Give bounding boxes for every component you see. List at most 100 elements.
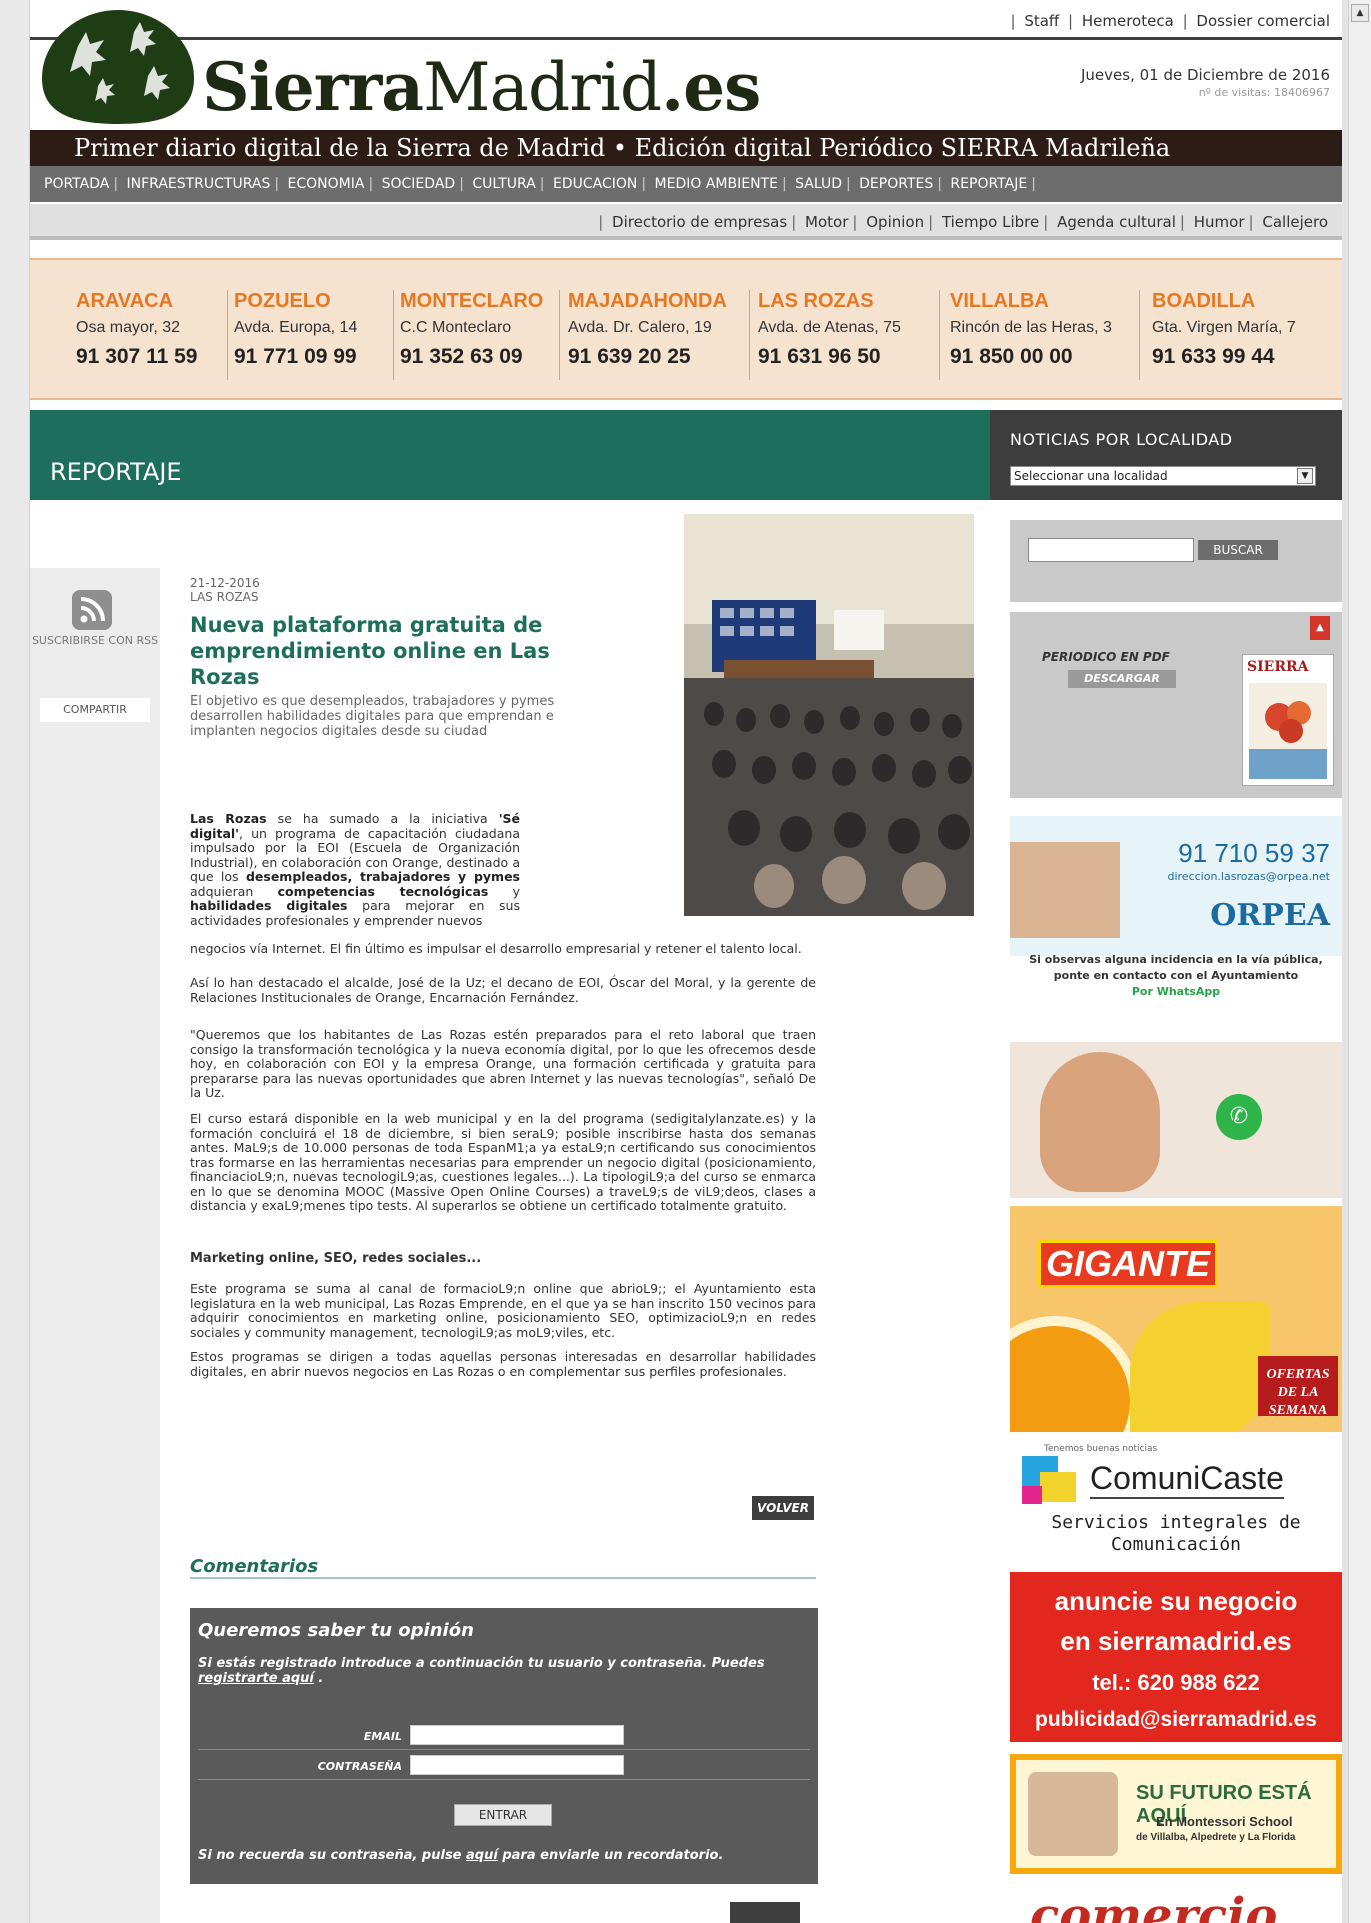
location-address: Osa mayor, 32 — [76, 319, 181, 336]
logo-emblem-icon[interactable] — [38, 6, 198, 124]
divider: | — [1182, 12, 1188, 30]
nav-item-medio-ambiente[interactable]: MEDIO AMBIENTE — [655, 176, 778, 192]
divider: | — [598, 213, 604, 231]
nav-item-portada[interactable]: PORTADA — [44, 176, 109, 192]
nav-item-agenda-cultural[interactable]: Agenda cultural — [1057, 213, 1176, 231]
text: Si estás registrado introduce a continua… — [198, 1656, 765, 1671]
divider: | — [1068, 12, 1074, 30]
share-button[interactable]: COMPARTIR — [40, 698, 150, 722]
nav-item-tiempo-libre[interactable]: Tiempo Libre — [942, 213, 1039, 231]
location-phone: 91 771 09 99 — [234, 345, 357, 368]
nav-item-economia[interactable]: ECONOMIA — [288, 176, 365, 192]
nav-item-motor[interactable]: Motor — [805, 213, 848, 231]
nav-item-reportaje[interactable]: REPORTAJE — [950, 176, 1027, 192]
cover-masthead: SIERRA — [1247, 659, 1309, 675]
search-button[interactable]: BUSCAR — [1198, 540, 1278, 560]
whatsapp-notice[interactable]: Si observas alguna incidencia en la vía … — [1010, 952, 1342, 1000]
gigante-logo: GIGANTE — [1038, 1240, 1218, 1288]
location-phone: 91 639 20 25 — [568, 345, 691, 368]
reminder-link[interactable]: aquí — [466, 1848, 498, 1863]
nav-item-cultura[interactable]: CULTURA — [472, 176, 535, 192]
location-address: Avda. de Atenas, 75 — [758, 319, 901, 336]
text: Si no recuerda su contraseña, pulse — [198, 1848, 467, 1863]
pdf-icon[interactable]: ▲ — [1310, 616, 1330, 640]
newspaper-cover[interactable]: SIERRA — [1242, 654, 1334, 786]
locations-banner[interactable]: ARAVACA Osa mayor, 32 91 307 11 59 POZUE… — [30, 258, 1342, 400]
orpea-ad[interactable]: 91 710 59 37 direccion.lasrozas@orpea.ne… — [1010, 816, 1342, 956]
divider: | — [852, 213, 858, 231]
article-subtitle: Marketing online, SEO, redes sociales... — [190, 1251, 482, 1266]
orpea-phone: 91 710 59 37 — [1178, 838, 1330, 868]
divider: | — [1043, 213, 1049, 231]
divider: | — [928, 213, 934, 231]
nav-item-directorio[interactable]: Directorio de empresas — [612, 213, 787, 231]
whatsapp-icon[interactable]: ✆ — [1216, 1094, 1262, 1140]
nav-item-deportes[interactable]: DEPORTES — [859, 176, 933, 192]
banana-image — [1130, 1302, 1270, 1432]
rss-icon[interactable] — [72, 590, 112, 630]
location-monteclaro: MONTECLARO C.C Monteclaro 91 352 63 09 — [400, 290, 560, 380]
login-button[interactable]: ENTRAR — [454, 1804, 552, 1826]
chevron-down-icon[interactable]: ▼ — [1297, 468, 1313, 484]
password-label: CONTRASEÑA — [317, 1760, 402, 1773]
register-link[interactable]: registrarte aquí — [198, 1671, 314, 1686]
comunicaste-tagline: Tenemos buenas noticias — [1044, 1444, 1158, 1454]
nav-item-sociedad[interactable]: SOCIEDAD — [382, 176, 456, 192]
nav-item-salud[interactable]: SALUD — [795, 176, 842, 192]
divider: | — [1179, 213, 1185, 231]
advertise-line-2: en sierramadrid.es — [1060, 1626, 1292, 1656]
pdf-title: PERIODICO EN PDF — [1042, 650, 1170, 664]
orpea-logo: ORPEA — [1210, 898, 1330, 933]
back-button[interactable]: VOLVER — [752, 1496, 814, 1520]
comunicaste-ad[interactable]: Tenemos buenas noticias ComuniCaste Serv… — [1010, 1442, 1342, 1562]
bold-text: competencias tecnológicas — [277, 883, 489, 899]
scroll-up-arrow-icon[interactable]: ▲ — [1351, 4, 1369, 22]
rss-subscribe-link[interactable]: SUSCRIBIRSE CON RSS — [30, 634, 160, 648]
divider: | — [274, 176, 280, 192]
nav-item-infraestructuras[interactable]: INFRAESTRUCTURAS — [127, 176, 271, 192]
email-label: EMAIL — [363, 1730, 402, 1743]
pdf-download-button[interactable]: DESCARGAR — [1068, 670, 1176, 688]
vertical-scrollbar[interactable]: ▲ — [1348, 0, 1371, 1923]
nav-item-callejero[interactable]: Callejero — [1262, 213, 1328, 231]
location-name: VILLALBA — [950, 290, 1049, 312]
site-logo[interactable]: SierraMadrid.es — [202, 48, 761, 126]
nav-item-humor[interactable]: Humor — [1194, 213, 1245, 231]
advertise-phone: tel.: 620 988 622 — [1092, 1670, 1260, 1695]
orange-image — [1010, 1316, 1140, 1432]
password-row: CONTRASEÑA — [198, 1754, 810, 1780]
divider: | — [641, 176, 647, 192]
locality-select[interactable]: Seleccionar una localidad ▼ — [1010, 466, 1316, 486]
main-nav: PORTADA | INFRAESTRUCTURAS | ECONOMIA | SOC… — [30, 166, 1342, 202]
pdf-edition-box[interactable]: ▲ PERIODICO EN PDF DESCARGAR SIERRA — [1010, 612, 1342, 798]
password-field[interactable] — [410, 1755, 624, 1775]
link-hemeroteca[interactable]: Hemeroteca — [1082, 12, 1174, 30]
location-phone: 91 850 00 00 — [950, 345, 1073, 368]
advertise-ad[interactable]: anuncie su negocio en sierramadrid.es te… — [1010, 1572, 1342, 1742]
article-title: Nueva plataforma gratuita de emprendimie… — [190, 613, 550, 689]
location-las-rozas: LAS ROZAS Avda. de Atenas, 75 91 631 96 … — [758, 290, 940, 380]
nav-item-educacion[interactable]: EDUCACION — [553, 176, 637, 192]
location-villalba: VILLALBA Rincón de las Heras, 3 91 850 0… — [950, 290, 1140, 380]
text: para enviarle un recordatorio. — [497, 1848, 724, 1863]
article-paragraph-6: Estos programas se dirigen a todas aquel… — [190, 1349, 816, 1379]
bottom-ad[interactable]: comercio — [1030, 1892, 1277, 1923]
montessori-ad[interactable]: SU FUTURO ESTÁ AQUÍ En Montessori School… — [1010, 1754, 1342, 1874]
nav-item-opinion[interactable]: Opinion — [866, 213, 924, 231]
search-input[interactable] — [1028, 538, 1194, 562]
article-paragraph-3: "Queremos que los habitantes de Las Roza… — [190, 1027, 816, 1100]
article-paragraph-2: Así lo han destacado el alcalde, José de… — [190, 975, 816, 1005]
whatsapp-ad-image[interactable]: ✆ — [1010, 1042, 1342, 1198]
logo-tld: .es — [661, 48, 761, 126]
gigante-ad[interactable]: GIGANTE OFERTAS DE LA SEMANA — [1010, 1206, 1342, 1432]
advertise-email: publicidad@sierramadrid.es — [1035, 1708, 1317, 1731]
visit-counter: nº de visitas: 18406967 — [1198, 86, 1330, 99]
top-links: | Staff | Hemeroteca | Dossier comercial — [1006, 12, 1330, 30]
link-staff[interactable]: Staff — [1024, 12, 1059, 30]
email-field[interactable] — [410, 1725, 624, 1745]
logo-rest: Madrid — [423, 49, 662, 126]
link-dossier-comercial[interactable]: Dossier comercial — [1196, 12, 1330, 30]
montessori-school: En Montessori School — [1156, 1814, 1293, 1829]
whatsapp-text: Si observas alguna incidencia en la vía … — [1029, 953, 1323, 982]
whatsapp-link[interactable]: Por WhatsApp — [1010, 984, 1342, 1000]
